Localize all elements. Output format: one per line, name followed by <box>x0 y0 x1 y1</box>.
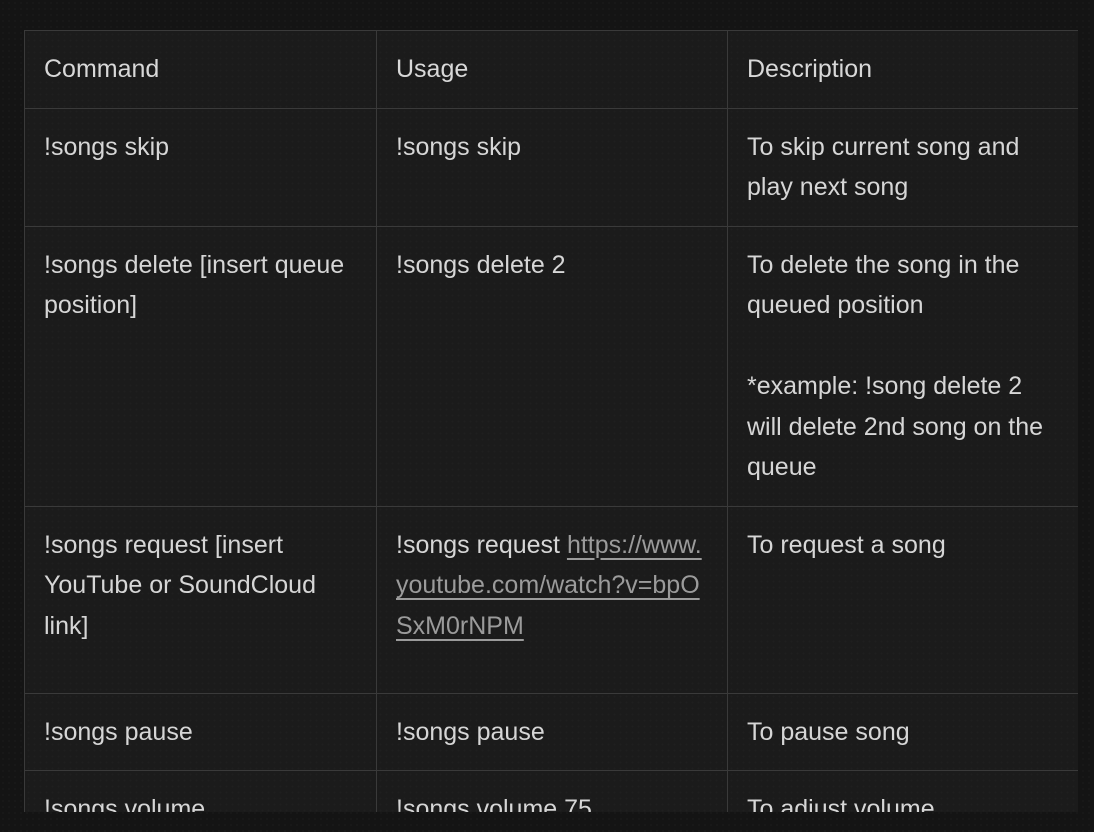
cell-usage-request: !songs request https://www.youtube.com/w… <box>376 505 728 694</box>
description-text-volume: To adjust volume <box>747 795 935 812</box>
cell-usage-volume: !songs volume 75 <box>376 770 728 812</box>
table-row: !songs delete [insert queue position] !s… <box>24 225 1078 507</box>
cell-usage-delete: !songs delete 2 <box>376 225 728 507</box>
column-header-command: Command <box>24 30 377 109</box>
cell-description-delete: To delete the song in the queued positio… <box>727 225 1078 507</box>
cell-command-skip: !songs skip <box>24 107 377 227</box>
usage-text-volume: !songs volume 75 <box>396 795 592 812</box>
cell-description-request: To request a song <box>727 505 1078 694</box>
cell-usage-pause: !songs pause <box>376 692 728 771</box>
table-row: !songs volume !songs volume 75 To adjust… <box>24 770 1078 812</box>
cell-description-pause: To pause song <box>727 692 1078 771</box>
cell-command-pause: !songs pause <box>24 692 377 771</box>
description-text-skip: To skip current song and play next song <box>747 132 1027 202</box>
table-header-row: Command Usage Description <box>24 30 1078 109</box>
command-text-volume: !songs volume <box>44 795 206 812</box>
column-header-usage: Usage <box>376 30 728 109</box>
table-header: Command Usage Description <box>24 30 1078 109</box>
usage-text-skip: !songs skip <box>396 132 522 161</box>
usage-text-delete: !songs delete 2 <box>396 250 566 279</box>
description-text-delete: To delete the song in the queued positio… <box>747 250 1044 482</box>
table-row: !songs pause !songs pause To pause song <box>24 692 1078 771</box>
cell-command-delete: !songs delete [insert queue position] <box>24 225 377 507</box>
cell-description-skip: To skip current song and play next song <box>727 107 1078 227</box>
column-header-usage-label: Usage <box>396 55 469 83</box>
command-text-pause: !songs pause <box>44 717 193 746</box>
usage-text-request: !songs request https://www.youtube.com/w… <box>396 525 708 647</box>
table-row: !songs skip !songs skip To skip current … <box>24 107 1078 227</box>
table-body: !songs skip !songs skip To skip current … <box>24 107 1078 812</box>
commands-table: Command Usage Description !songs skip !s… <box>24 30 1078 812</box>
commands-table-container: Command Usage Description !songs skip !s… <box>24 30 1078 812</box>
cell-command-request: !songs request [insert YouTube or SoundC… <box>24 505 377 694</box>
cell-command-volume: !songs volume <box>24 770 377 812</box>
command-text-delete: !songs delete [insert queue position] <box>44 250 352 320</box>
usage-prefix-request: !songs request <box>396 530 567 559</box>
cell-description-volume: To adjust volume <box>727 770 1078 812</box>
usage-text-pause: !songs pause <box>396 717 545 746</box>
description-text-pause: To pause song <box>747 717 910 746</box>
column-header-description-label: Description <box>747 55 873 83</box>
command-text-request: !songs request [insert YouTube or SoundC… <box>44 530 323 640</box>
command-text-skip: !songs skip <box>44 132 170 161</box>
table-row: !songs request [insert YouTube or SoundC… <box>24 505 1078 694</box>
column-header-description: Description <box>727 30 1078 109</box>
column-header-command-label: Command <box>44 55 160 83</box>
description-text-request: To request a song <box>747 530 946 559</box>
cell-usage-skip: !songs skip <box>376 107 728 227</box>
